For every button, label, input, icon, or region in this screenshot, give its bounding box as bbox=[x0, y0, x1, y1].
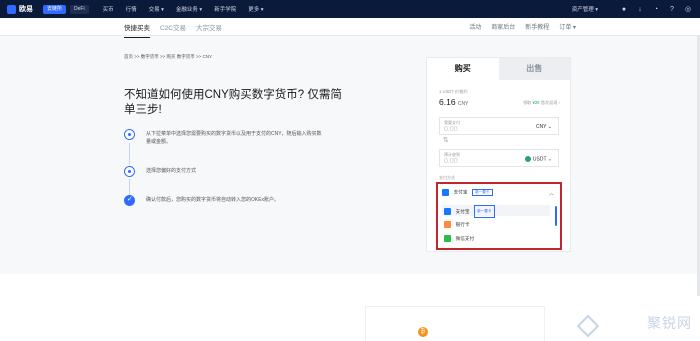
sub-navbar: 快捷买卖 C2C交易 大宗交易 活动 商家后台 新手教程 订单 ▾ bbox=[0, 18, 700, 38]
tab-buy[interactable]: 购买 bbox=[427, 58, 499, 80]
buy-sell-tabs: 购买 出售 bbox=[427, 58, 570, 80]
bell-icon[interactable]: ◔ bbox=[650, 4, 662, 14]
help-icon[interactable]: ? bbox=[666, 4, 678, 14]
nav-buy[interactable]: 买币 bbox=[103, 5, 114, 13]
nav-more[interactable]: 更多 ▾ bbox=[248, 5, 263, 13]
nav-markets[interactable]: 行情 bbox=[126, 5, 137, 13]
step-connector bbox=[129, 179, 130, 195]
rate-number: 6.16 bbox=[439, 97, 456, 107]
download-icon[interactable]: ↓ bbox=[634, 4, 646, 14]
checkmark-icon: ✓ bbox=[124, 195, 135, 206]
rate-unit: CNY bbox=[457, 101, 469, 107]
receive-currency-label: USDT ⌄ bbox=[532, 156, 552, 163]
alipay-icon bbox=[442, 189, 449, 196]
promo-link[interactable]: 领取 ¥20 首次返现 › bbox=[523, 100, 560, 106]
link-tutorial[interactable]: 新手教程 bbox=[525, 22, 549, 31]
defi-toggle[interactable]: DeFi bbox=[70, 4, 89, 14]
nav-academy[interactable]: 新手学院 bbox=[214, 5, 236, 13]
nav-right: 资产管理 ▾ ● ↓ ◔ ? ◎ bbox=[572, 4, 694, 14]
spend-input[interactable]: 0.00 bbox=[444, 126, 458, 133]
nav-trade[interactable]: 交易 ▾ bbox=[149, 5, 164, 13]
tab-c2c[interactable]: C2C交易 bbox=[160, 22, 186, 32]
new-badge: 新一要卡 bbox=[472, 189, 493, 196]
link-activities[interactable]: 活动 bbox=[469, 22, 481, 31]
promo-prefix: 领取 bbox=[522, 100, 532, 105]
nav-finance[interactable]: 金融业务 ▾ bbox=[176, 5, 202, 13]
exchange-toggle[interactable]: 去链所 bbox=[43, 4, 67, 14]
new-badge: 新一要卡 bbox=[474, 205, 495, 218]
tab-sell[interactable]: 出售 bbox=[498, 58, 570, 80]
main-menu: 买币 行情 交易 ▾ 金融业务 ▾ 新手学院 更多 ▾ bbox=[103, 5, 276, 13]
bottom-section bbox=[0, 274, 700, 341]
option-bank-card[interactable]: 银行卡 bbox=[442, 219, 550, 230]
option-label: 银行卡 bbox=[455, 222, 470, 227]
chevron-up-icon[interactable]: ︿ bbox=[549, 190, 554, 197]
page-title: 不知道如何使用CNY购买数字货币? 仅需简单三步! bbox=[124, 89, 342, 116]
logo-icon bbox=[7, 4, 16, 14]
receive-input[interactable]: 0.00 bbox=[444, 158, 458, 165]
selected-method: 支付宝 bbox=[453, 189, 468, 195]
dropdown-scrollbar[interactable] bbox=[555, 206, 557, 226]
step-dot-icon bbox=[124, 166, 135, 177]
tab-quick-trade[interactable]: 快捷买卖 bbox=[124, 22, 150, 38]
payment-method-select[interactable]: 支付宝 新一要卡 ︿ bbox=[442, 189, 556, 200]
user-icon[interactable]: ● bbox=[618, 4, 630, 14]
asset-management-menu[interactable]: 资产管理 ▾ bbox=[572, 5, 598, 13]
watermark: 聚锐网 bbox=[647, 315, 692, 331]
step-text: 确认付款后，您购买的数字货币将自动转入您的OKEx账户。 bbox=[146, 197, 280, 203]
usdt-icon bbox=[524, 156, 531, 162]
link-orders[interactable]: 订单 ▾ bbox=[559, 22, 576, 31]
receive-amount-field[interactable]: 预计收到 0.00 USDT ⌄ bbox=[439, 149, 559, 167]
wechat-pay-icon bbox=[444, 235, 451, 242]
bitcoin-icon: ₿ bbox=[418, 327, 428, 337]
spend-currency-select[interactable]: CNY ⌄ bbox=[536, 124, 552, 130]
payment-method-label: 支付方式 bbox=[439, 175, 455, 180]
feature-card bbox=[365, 306, 545, 341]
logo-text: 欧易 bbox=[19, 6, 33, 13]
rate-label: 1 USDT 价格约 bbox=[439, 89, 468, 94]
logo[interactable]: 欧易 bbox=[7, 4, 33, 14]
step-text: 选择您偏好的支付方式 bbox=[146, 168, 197, 174]
option-alipay[interactable]: 支付宝 新一要卡 bbox=[442, 205, 550, 218]
promo-amount: ¥20 bbox=[532, 100, 540, 105]
bank-card-icon bbox=[444, 221, 451, 228]
alipay-icon bbox=[444, 208, 451, 215]
spend-amount-field[interactable]: 我要支付 0.00 CNY ⌄ bbox=[439, 117, 559, 135]
swap-icon[interactable]: ⇅ bbox=[443, 136, 449, 144]
step-connector bbox=[129, 143, 130, 165]
top-navbar: 欧易 去链所 DeFi 买币 行情 交易 ▾ 金融业务 ▾ 新手学院 更多 ▾ … bbox=[0, 0, 700, 18]
promo-suffix: 首次返现 › bbox=[540, 100, 560, 105]
payment-method-dropdown[interactable]: 支付宝 新一要卡 ︿ 支付宝 新一要卡 银行卡 微信支付 bbox=[436, 182, 562, 250]
rate-value: 6.16 CNY bbox=[439, 97, 468, 107]
globe-icon[interactable]: ◎ bbox=[682, 4, 694, 14]
option-label: 支付宝 bbox=[455, 209, 470, 214]
breadcrumb[interactable]: 首页 >> 数字货币 >> 购买 数字货币 >> CNY bbox=[124, 54, 212, 60]
option-wechat-pay[interactable]: 微信支付 bbox=[442, 233, 550, 244]
receive-currency-select[interactable]: USDT ⌄ bbox=[524, 156, 552, 163]
step-text: 从下拉菜单中选择您需要购买的数字货币以及用于支付的CNY，随后输入购买数量或金额… bbox=[146, 131, 322, 145]
option-label: 微信支付 bbox=[455, 236, 475, 241]
link-merchant[interactable]: 商家后台 bbox=[491, 22, 515, 31]
step-dot-icon bbox=[124, 129, 135, 140]
sub-links: 活动 商家后台 新手教程 订单 ▾ bbox=[459, 22, 576, 31]
tab-block-trade[interactable]: 大宗交易 bbox=[196, 22, 222, 32]
